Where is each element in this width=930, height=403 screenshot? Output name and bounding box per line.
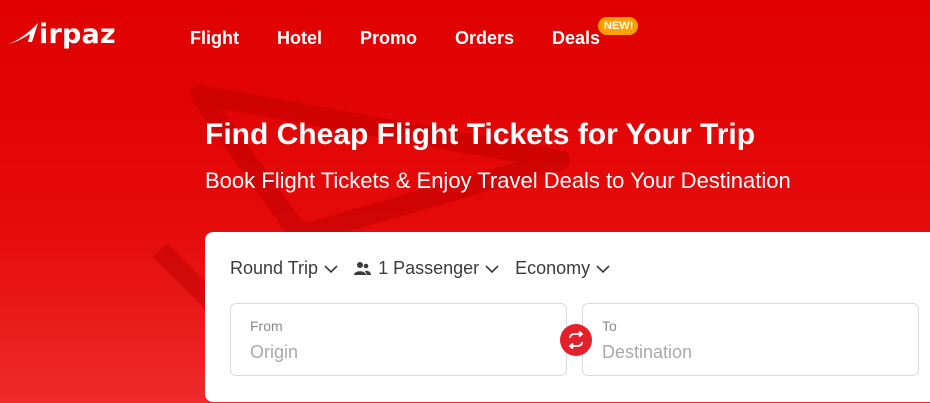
- chevron-down-icon: [485, 264, 499, 273]
- destination-field[interactable]: To Destination: [582, 303, 919, 376]
- origin-field-label: From: [250, 318, 283, 334]
- brand-name: irpaz: [39, 18, 116, 50]
- flight-search-card: Round Trip 1 Passenger Economy From Orig…: [205, 232, 930, 402]
- main-nav: Flight Hotel Promo Orders Deals NEW!: [190, 17, 639, 49]
- swap-locations-button[interactable]: [560, 324, 592, 356]
- nav-deals[interactable]: Deals NEW!: [552, 17, 639, 49]
- chevron-down-icon: [324, 264, 338, 273]
- nav-hotel[interactable]: Hotel: [277, 28, 322, 49]
- hero-title: Find Cheap Flight Tickets for Your Trip: [205, 118, 756, 151]
- search-options: Round Trip 1 Passenger Economy: [230, 258, 626, 279]
- trip-type-dropdown[interactable]: Round Trip: [230, 258, 338, 279]
- new-badge: NEW!: [598, 17, 639, 35]
- hero-subtitle: Book Flight Tickets & Enjoy Travel Deals…: [205, 168, 791, 193]
- passenger-dropdown[interactable]: 1 Passenger: [354, 258, 499, 279]
- airpaz-logo[interactable]: irpaz: [8, 18, 116, 50]
- trip-type-label: Round Trip: [230, 258, 319, 278]
- nav-deals-label: Deals: [552, 28, 601, 48]
- swap-icon: [568, 330, 584, 350]
- nav-orders[interactable]: Orders: [455, 28, 514, 49]
- cabin-class-label: Economy: [515, 258, 591, 278]
- passengers-icon: [354, 262, 372, 275]
- cabin-class-dropdown[interactable]: Economy: [515, 258, 610, 279]
- origin-placeholder: Origin: [250, 342, 299, 362]
- chevron-down-icon: [596, 264, 610, 273]
- destination-field-label: To: [602, 318, 617, 334]
- nav-flight[interactable]: Flight: [190, 28, 239, 49]
- airpaz-plane-icon: [9, 23, 38, 44]
- passenger-label: 1 Passenger: [378, 258, 480, 278]
- destination-placeholder: Destination: [602, 342, 693, 362]
- origin-field[interactable]: From Origin: [230, 303, 567, 376]
- nav-promo[interactable]: Promo: [360, 28, 417, 49]
